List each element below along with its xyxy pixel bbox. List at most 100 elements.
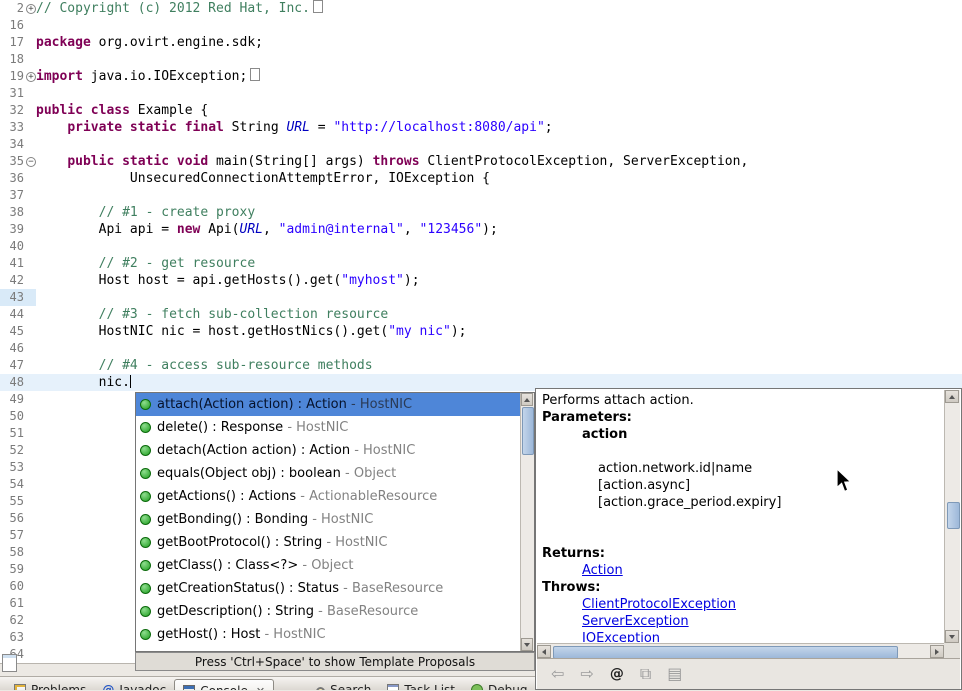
scroll-up-icon[interactable]: [945, 390, 959, 403]
tab-search[interactable]: Search: [308, 679, 379, 690]
scroll-down-icon[interactable]: [521, 638, 533, 651]
fold-expand-icon[interactable]: +: [26, 72, 36, 82]
completion-scrollbar[interactable]: [520, 393, 534, 651]
tab-label: Console: [200, 684, 248, 690]
tab-debug[interactable]: Debug: [463, 679, 535, 690]
completion-item[interactable]: detach(Action action) : Action - HostNIC: [136, 439, 521, 462]
line-number: 34: [0, 136, 24, 153]
completion-label: getDescription() : String: [157, 604, 314, 619]
tab-task-list[interactable]: Task List: [379, 679, 463, 690]
code-line[interactable]: 2+// Copyright (c) 2012 Red Hat, Inc.: [0, 0, 962, 17]
completion-label: delete() : Response: [157, 420, 283, 435]
completion-item[interactable]: getDescription() : String - BaseResource: [136, 600, 521, 623]
code-text: [36, 289, 962, 306]
completion-item[interactable]: getBootProtocol() : String - HostNIC: [136, 531, 521, 554]
fold-ruler: [24, 204, 36, 221]
javadoc-link[interactable]: ClientProtocolException: [582, 597, 736, 612]
fold-ruler: [24, 102, 36, 119]
completion-label: detach(Action action) : Action: [157, 443, 350, 458]
line-number: 40: [0, 238, 24, 255]
open-declaration-icon[interactable]: ▤: [667, 666, 682, 682]
public-method-icon: [140, 537, 151, 548]
tasklist-icon: [387, 684, 399, 690]
code-line[interactable]: 47 // #4 - access sub-resource methods: [0, 357, 962, 374]
tab-label: Search: [330, 683, 371, 690]
completion-item[interactable]: getClass() : Class<?> - Object: [136, 554, 521, 577]
javadoc-hscrollbar[interactable]: [537, 643, 944, 659]
completion-label: getCreationStatus() : Status: [157, 581, 339, 596]
open-attached-javadoc-icon[interactable]: ⧉: [640, 666, 651, 682]
close-icon[interactable]: ✕: [256, 685, 265, 691]
code-line[interactable]: 33 private static final String URL = "ht…: [0, 119, 962, 136]
completion-label: getHost() : Host: [157, 627, 260, 642]
code-line[interactable]: 40: [0, 238, 962, 255]
javadoc-vscrollbar[interactable]: [944, 390, 960, 643]
scrollbar-thumb[interactable]: [947, 502, 960, 529]
javadoc-link[interactable]: Action: [582, 563, 623, 578]
completion-status-bar: Press 'Ctrl+Space' to show Template Prop…: [135, 652, 535, 671]
javadoc-line: Action: [542, 562, 939, 579]
completion-item[interactable]: equals(Object obj) : boolean - Object: [136, 462, 521, 485]
fold-ruler: [24, 255, 36, 272]
code-line[interactable]: 37: [0, 187, 962, 204]
code-line[interactable]: 43: [0, 289, 962, 306]
code-line[interactable]: 19+import java.io.IOException;: [0, 68, 962, 85]
completion-item[interactable]: [136, 646, 521, 651]
javadoc-line: ClientProtocolException: [542, 596, 939, 613]
code-line[interactable]: 35− public static void main(String[] arg…: [0, 153, 962, 170]
completion-item[interactable]: getCreationStatus() : Status - BaseResou…: [136, 577, 521, 600]
scrollbar-thumb[interactable]: [522, 407, 534, 455]
back-icon[interactable]: ⇦: [551, 666, 564, 682]
completion-item[interactable]: attach(Action action) : Action - HostNIC: [136, 393, 521, 416]
code-text: public static void main(String[] args) t…: [36, 153, 962, 170]
line-number: 51: [0, 425, 24, 442]
code-text: UnsecuredConnectionAttemptError, IOExcep…: [36, 170, 962, 187]
completion-item[interactable]: getActions() : Actions - ActionableResou…: [136, 485, 521, 508]
collapsed-region-icon[interactable]: [250, 68, 260, 81]
code-line[interactable]: 34: [0, 136, 962, 153]
tab-console[interactable]: Console ✕: [174, 679, 274, 690]
code-line[interactable]: 31: [0, 85, 962, 102]
code-line[interactable]: 46: [0, 340, 962, 357]
tab-label: Task List: [404, 683, 455, 690]
code-line[interactable]: 38 // #1 - create proxy: [0, 204, 962, 221]
scroll-down-icon[interactable]: [945, 630, 959, 643]
fold-collapse-icon[interactable]: −: [26, 157, 36, 167]
line-number: 44: [0, 306, 24, 323]
code-text: // #4 - access sub-resource methods: [36, 357, 962, 374]
code-line[interactable]: 18: [0, 51, 962, 68]
code-line[interactable]: 45 HostNIC nic = host.getHostNics().get(…: [0, 323, 962, 340]
javadoc-link[interactable]: ServerException: [582, 614, 689, 629]
code-line[interactable]: 16: [0, 17, 962, 34]
fold-expand-icon[interactable]: +: [26, 4, 36, 14]
forward-icon[interactable]: ⇨: [580, 666, 593, 682]
code-line[interactable]: 32public class Example {: [0, 102, 962, 119]
tab-problems[interactable]: Problems: [6, 679, 94, 690]
code-line[interactable]: 44 // #3 - fetch sub-collection resource: [0, 306, 962, 323]
javadoc-link[interactable]: IOException: [582, 631, 660, 642]
scroll-right-icon[interactable]: [930, 645, 944, 658]
public-method-icon: [140, 399, 151, 410]
completion-origin: - HostNIC: [350, 443, 415, 458]
line-number: 60: [0, 578, 24, 595]
code-text: private static final String URL = "http:…: [36, 119, 962, 136]
show-in-javadoc-view-icon[interactable]: @: [610, 666, 624, 682]
code-line[interactable]: 36 UnsecuredConnectionAttemptError, IOEx…: [0, 170, 962, 187]
line-number: 19: [0, 68, 24, 85]
collapsed-region-icon[interactable]: [313, 0, 323, 13]
fold-ruler: [24, 170, 36, 187]
code-line[interactable]: 41 // #2 - get resource: [0, 255, 962, 272]
scroll-left-icon[interactable]: [537, 645, 551, 658]
code-line[interactable]: 42 Host host = api.getHosts().get("myhos…: [0, 272, 962, 289]
fold-ruler: [24, 612, 36, 629]
completion-item[interactable]: getHost() : Host - HostNIC: [136, 623, 521, 646]
fold-ruler: [24, 34, 36, 51]
completion-item[interactable]: delete() : Response - HostNIC: [136, 416, 521, 439]
completion-item[interactable]: getBonding() : Bonding - HostNIC: [136, 508, 521, 531]
line-number: 43: [0, 289, 24, 306]
code-line[interactable]: 39 Api api = new Api(URL, "admin@interna…: [0, 221, 962, 238]
scroll-up-icon[interactable]: [521, 393, 533, 406]
tab-javadoc[interactable]: @Javadoc: [94, 679, 174, 690]
javadoc-line: Parameters:: [542, 409, 939, 426]
code-line[interactable]: 17package org.ovirt.engine.sdk;: [0, 34, 962, 51]
